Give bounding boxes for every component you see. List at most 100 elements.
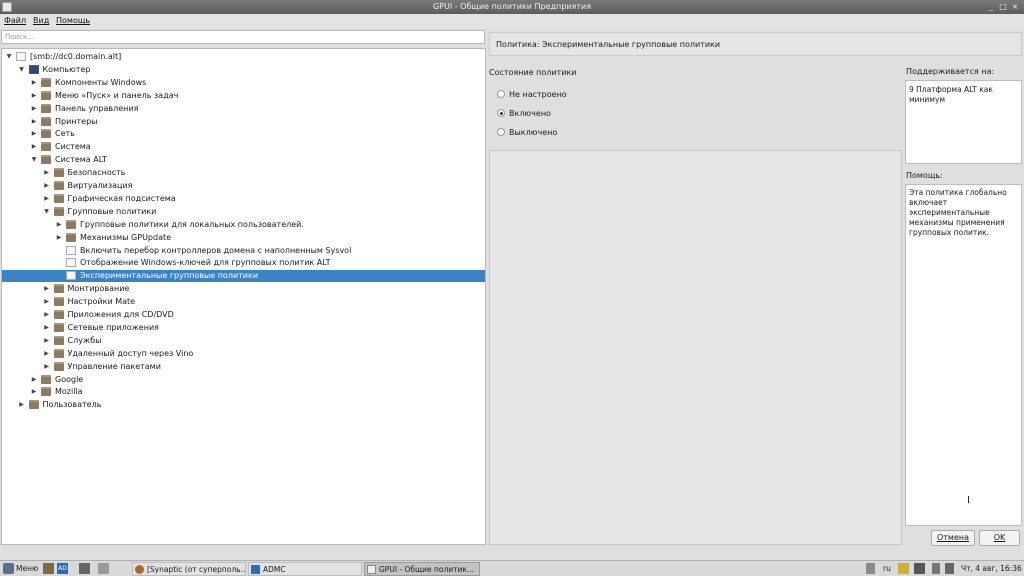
expand-arrow-icon[interactable]: ▶ xyxy=(30,387,38,397)
tree-item-label: Монтирование xyxy=(67,284,130,294)
tree-item[interactable]: ▶ Управление пакетами xyxy=(2,361,485,373)
document-icon xyxy=(66,245,76,255)
tree-item[interactable]: ▶ Групповые политики для локальных пользо… xyxy=(2,219,485,231)
display-icon[interactable] xyxy=(914,563,925,574)
radio-disabled-indicator[interactable] xyxy=(497,128,505,136)
menu-view[interactable]: Вид xyxy=(33,16,49,25)
tree-item[interactable]: ▶ Механизмы GPUpdate xyxy=(2,232,485,244)
help-label: Помощь: xyxy=(906,171,943,180)
start-menu-button[interactable]: Меню xyxy=(16,563,38,575)
tree-item[interactable]: ▶ Графическая подсистема xyxy=(2,193,485,205)
expand-arrow-icon[interactable]: ▶ xyxy=(43,284,51,294)
search-input[interactable]: Поиск... xyxy=(1,30,485,44)
menu-bar: Файл Вид Помощь xyxy=(0,14,1024,28)
expand-arrow-icon[interactable]: ▶ xyxy=(43,323,51,333)
collapse-arrow-icon[interactable]: ▼ xyxy=(30,155,38,165)
tree-item[interactable]: ▶ Сетевые приложения xyxy=(2,322,485,334)
collapse-arrow-icon[interactable]: ▼ xyxy=(18,65,26,75)
expand-arrow-icon[interactable]: ▶ xyxy=(30,104,38,114)
tree-item-label: Настройки Mate xyxy=(67,297,136,307)
tree-item[interactable]: ▶ Пользователь xyxy=(2,399,485,411)
tree-item[interactable]: ▼ Групповые политики xyxy=(2,206,485,218)
expand-arrow-icon[interactable]: ▶ xyxy=(30,78,38,88)
folder-icon xyxy=(53,193,64,203)
tree-item[interactable]: ▶ Меню «Пуск» и панель задач xyxy=(2,90,485,102)
tree-item[interactable]: ▶ Удаленный доступ через Vino xyxy=(2,348,485,360)
tree-item[interactable]: ▼ [smb://dc0.domain.alt] xyxy=(2,51,485,63)
tree-item[interactable]: ▶ Принтеры xyxy=(2,116,485,128)
expand-arrow-icon[interactable]: ▶ xyxy=(43,336,51,346)
battery-icon[interactable] xyxy=(932,563,940,574)
tree-item[interactable]: ▶ Система xyxy=(2,141,485,153)
expand-arrow-icon[interactable]: ▶ xyxy=(43,349,51,359)
expand-arrow-icon[interactable]: ▶ xyxy=(43,181,51,191)
tree-item-label: Система xyxy=(55,142,91,152)
expand-arrow-icon[interactable]: ▶ xyxy=(43,297,51,307)
menu-help[interactable]: Помощь xyxy=(56,16,90,25)
folder-icon xyxy=(41,77,51,87)
settings-icon[interactable] xyxy=(98,563,109,574)
tree-item[interactable]: ▶ Приложения для CD/DVD xyxy=(2,309,485,321)
minimize-button[interactable]: _ xyxy=(986,2,996,12)
tree-item[interactable]: ▶ Монтирование xyxy=(2,283,485,295)
tree-item[interactable]: ▶ Компоненты Windows xyxy=(2,77,485,89)
tree-item[interactable]: Включить перебор контроллеров домена с н… xyxy=(2,245,485,257)
ok-button[interactable]: OK xyxy=(979,530,1020,546)
tree-item[interactable]: ▶ Mozilla xyxy=(2,386,485,398)
network-icon[interactable] xyxy=(866,563,875,574)
file-manager-icon[interactable] xyxy=(43,563,54,574)
volume-icon[interactable] xyxy=(945,563,954,574)
policy-tree[interactable]: ▼ [smb://dc0.domain.alt] ▼ Компьютер ▶ Компон… xyxy=(1,48,486,545)
radio-not-configured-indicator[interactable] xyxy=(497,90,505,98)
folder-icon xyxy=(41,155,51,165)
tree-item[interactable]: ▶ Безопасность xyxy=(2,167,485,179)
cancel-button[interactable]: Отмена xyxy=(931,530,975,546)
task-synaptic[interactable]: [Synaptic (от суперполь... xyxy=(132,562,246,576)
tree-item[interactable]: ▶ Сеть xyxy=(2,128,485,140)
tree-item[interactable]: Отображение Windows-ключей для групповых… xyxy=(2,257,485,269)
expand-arrow-icon[interactable]: ▶ xyxy=(43,194,51,204)
expand-arrow-icon[interactable]: ▶ xyxy=(18,400,26,410)
collapse-arrow-icon[interactable]: ▼ xyxy=(5,52,13,62)
update-icon[interactable] xyxy=(898,563,909,574)
computer-icon xyxy=(28,64,39,74)
clock[interactable]: Чт, 4 авг, 16:36 xyxy=(961,563,1022,575)
tree-item-label: Пользователь xyxy=(42,400,102,410)
expand-arrow-icon[interactable]: ▶ xyxy=(43,310,51,320)
admc-launcher-icon[interactable]: AD xyxy=(57,563,68,574)
collapse-arrow-icon[interactable]: ▼ xyxy=(43,207,51,217)
radio-not-configured-label: Не настроено xyxy=(509,90,567,99)
expand-arrow-icon[interactable]: ▶ xyxy=(30,375,38,385)
tree-item-label: Безопасность xyxy=(67,168,126,178)
tree-item[interactable]: ▶ Службы xyxy=(2,335,485,347)
expand-arrow-icon[interactable]: ▶ xyxy=(43,168,51,178)
task-admc[interactable]: ADMC xyxy=(248,562,362,576)
maximize-button[interactable]: □ xyxy=(998,2,1008,12)
tree-item[interactable]: ▶ Настройки Mate xyxy=(2,296,485,308)
tree-item[interactable]: ▶ Google xyxy=(2,374,485,386)
text-cursor-icon: I xyxy=(967,495,970,506)
close-button[interactable]: × xyxy=(1010,2,1020,12)
tree-item-label: Экспериментальные групповые политики xyxy=(80,271,259,281)
expand-arrow-icon[interactable]: ▶ xyxy=(55,220,63,230)
expand-arrow-icon[interactable]: ▶ xyxy=(43,362,51,372)
tree-item-label: Принтеры xyxy=(55,116,98,126)
terminal-icon[interactable] xyxy=(79,563,90,574)
expand-arrow-icon[interactable]: ▶ xyxy=(30,142,38,152)
keyboard-layout[interactable]: ru xyxy=(883,563,891,575)
task-gpui[interactable]: GPUI - Общие политик... xyxy=(364,562,480,576)
tree-item[interactable]: ▼ Система ALT xyxy=(2,154,485,166)
tree-item[interactable]: ▶ Панель управления xyxy=(2,103,485,115)
window-title: GPUI - Общие политики Предприятия xyxy=(432,2,592,11)
menu-icon[interactable] xyxy=(3,563,14,574)
expand-arrow-icon[interactable]: ▶ xyxy=(30,117,38,127)
folder-icon xyxy=(53,322,64,332)
tree-item[interactable]: ▼ Компьютер xyxy=(2,64,485,76)
expand-arrow-icon[interactable]: ▶ xyxy=(30,129,38,139)
tree-item[interactable]: Экспериментальные групповые политики xyxy=(2,270,485,283)
tree-item[interactable]: ▶ Виртуализация xyxy=(2,180,485,192)
expand-arrow-icon[interactable]: ▶ xyxy=(55,233,63,243)
menu-file[interactable]: Файл xyxy=(4,16,26,25)
expand-arrow-icon[interactable]: ▶ xyxy=(30,91,38,101)
radio-enabled-indicator[interactable] xyxy=(497,109,505,117)
